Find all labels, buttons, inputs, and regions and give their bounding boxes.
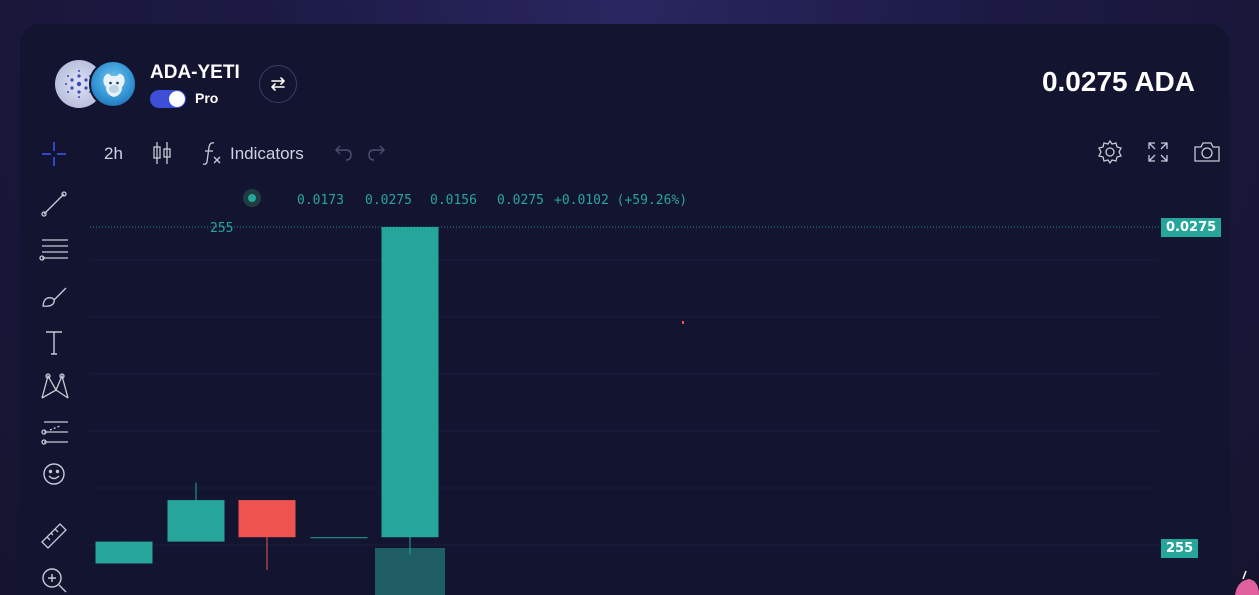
trend-line-tool[interactable]	[34, 186, 74, 222]
legend-low: 0.0156	[430, 193, 477, 208]
candles-icon	[153, 142, 171, 164]
legend-change: +0.0102 (+59.26%)	[554, 193, 688, 208]
corner-mascot-icon	[1235, 570, 1259, 595]
indicators-label[interactable]: Indicators	[230, 144, 304, 164]
smiley-icon	[43, 463, 65, 485]
fullscreen-icon	[1148, 142, 1168, 162]
function-icon	[202, 142, 221, 165]
undo-button[interactable]	[332, 142, 354, 169]
zoom-tool[interactable]	[34, 562, 74, 595]
gear-icon	[1098, 139, 1122, 165]
trend-line-icon	[41, 191, 67, 217]
legend-visibility-dot[interactable]	[243, 189, 261, 207]
emoji-tool[interactable]	[34, 456, 74, 492]
fib-lines-icon	[39, 239, 68, 261]
volume-legend-value: 255	[210, 221, 234, 236]
pattern-tool[interactable]	[34, 368, 74, 404]
camera-icon	[1194, 142, 1220, 162]
redo-button[interactable]	[366, 142, 388, 169]
pair-name: ADA-YETI	[150, 62, 240, 83]
ruler-tool[interactable]	[34, 518, 74, 554]
yeti-token-icon	[89, 60, 137, 108]
prediction-tool[interactable]	[34, 414, 74, 450]
trading-card	[20, 24, 1230, 595]
toggle-knob	[169, 91, 185, 107]
pro-label: Pro	[195, 90, 219, 106]
redo-icon	[368, 145, 385, 161]
zoom-in-icon	[42, 568, 67, 593]
prediction-icon	[41, 421, 68, 445]
settings-button[interactable]	[1097, 139, 1123, 170]
brush-tool[interactable]	[34, 278, 74, 314]
swap-pair-button[interactable]	[259, 65, 297, 103]
interval-selector[interactable]: 2h	[104, 144, 123, 164]
crosshair-icon	[42, 142, 66, 166]
text-icon	[46, 331, 62, 355]
legend-high: 0.0275	[365, 193, 412, 208]
screenshot-button[interactable]	[1193, 140, 1221, 169]
price-axis-tag: 0.0275	[1161, 218, 1222, 237]
chart-type-button[interactable]	[150, 140, 174, 171]
brush-icon	[42, 287, 67, 307]
fullscreen-button[interactable]	[1146, 140, 1170, 169]
pattern-icon	[41, 373, 69, 399]
volume-axis-tag: 255	[1161, 539, 1199, 558]
swap-arrows-icon	[271, 77, 285, 91]
legend-open: 0.0173	[297, 193, 344, 208]
fib-tool[interactable]	[34, 232, 74, 268]
ruler-icon	[41, 523, 67, 549]
indicators-button[interactable]	[200, 140, 224, 171]
text-tool[interactable]	[34, 324, 74, 360]
current-price: 0.0275 ADA	[1041, 66, 1195, 97]
undo-icon	[335, 145, 352, 161]
pro-mode-toggle[interactable]	[150, 90, 186, 108]
pair-token-icons	[55, 60, 145, 110]
crosshair-tool[interactable]	[34, 136, 74, 172]
legend-close: 0.0275	[497, 193, 544, 208]
